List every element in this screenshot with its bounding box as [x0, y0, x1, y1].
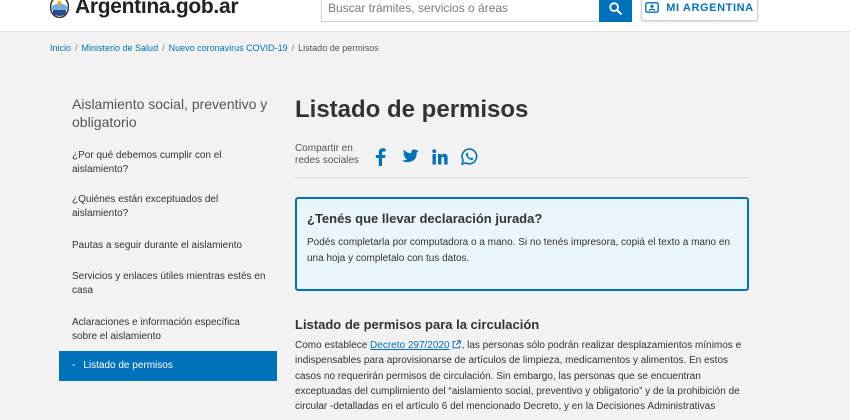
- body-paragraph: Como establece Decreto 297/2020, las per…: [295, 338, 747, 414]
- search-input[interactable]: [321, 0, 599, 22]
- sidebar-item-listado-permisos[interactable]: - Listado de permisos: [59, 351, 277, 381]
- sidebar-item-aclaraciones[interactable]: Aclaraciones e información específica so…: [59, 316, 277, 344]
- sidebar-item-exceptuados[interactable]: ¿Quiénes están exceptuados del aislamien…: [59, 193, 277, 221]
- linkedin-icon[interactable]: [430, 147, 449, 166]
- page-title: Listado de permisos: [295, 96, 529, 123]
- mi-argentina-label: MI ARGENTINA: [666, 1, 754, 14]
- twitter-icon[interactable]: [400, 147, 419, 166]
- breadcrumb-current: Listado de permisos: [298, 43, 379, 53]
- id-card-icon: [645, 2, 660, 13]
- alert-text: Podés completarla por computadora o a ma…: [307, 237, 731, 264]
- share-bar: Compartir en redes sociales: [295, 143, 750, 178]
- share-icons: [370, 147, 479, 166]
- breadcrumb-coronavirus[interactable]: Nuevo coronavirus COVID-19: [169, 43, 288, 53]
- sidebar-title[interactable]: Aislamiento social, preventivo y obligat…: [59, 88, 277, 135]
- site-header: Argentina.gob.ar MI ARGENTINA: [0, 0, 850, 31]
- breadcrumb-separator: /: [75, 43, 78, 53]
- alert-title: ¿Tenés que llevar declaración jurada?: [307, 211, 543, 226]
- argentina-emblem-icon: [50, 0, 69, 18]
- sidebar-item-pautas[interactable]: Pautas a seguir durante el aislamiento: [59, 239, 277, 253]
- body-text-intro: Como establece: [295, 340, 371, 351]
- mi-argentina-button[interactable]: MI ARGENTINA: [641, 0, 758, 21]
- breadcrumb-separator: /: [162, 43, 165, 53]
- sidebar-item-por-que-cumplir[interactable]: ¿Por qué debemos cumplir con el aislamie…: [59, 149, 277, 177]
- search-button[interactable]: [599, 0, 632, 22]
- sidebar-item-label: Listado de permisos: [83, 360, 173, 371]
- external-link-icon: [452, 340, 461, 349]
- breadcrumb-ministerio-salud[interactable]: Ministerio de Salud: [82, 43, 159, 53]
- active-item-dash: -: [72, 360, 76, 371]
- search-icon: [609, 1, 622, 15]
- decreto-link[interactable]: Decreto 297/2020: [370, 340, 450, 351]
- alert-box: ¿Tenés que llevar declaración jurada? Po…: [295, 197, 749, 291]
- sidebar-item-servicios[interactable]: Servicios y enlaces útiles mientras esté…: [59, 270, 277, 298]
- logo-text: Argentina.gob.ar: [75, 0, 239, 18]
- share-label: Compartir en redes sociales: [295, 143, 359, 166]
- whatsapp-icon[interactable]: [460, 147, 479, 166]
- breadcrumb-separator: /: [291, 43, 295, 53]
- facebook-icon[interactable]: [370, 147, 389, 166]
- sidebar-nav: Aislamiento social, preventivo y obligat…: [59, 88, 277, 381]
- section-title: Listado de permisos para la circulación: [295, 317, 540, 332]
- breadcrumb-inicio[interactable]: Inicio: [50, 43, 71, 53]
- breadcrumb: Inicio / Ministerio de Salud / Nuevo cor…: [50, 43, 379, 53]
- decreto-link-label: Decreto 297/2020: [370, 340, 450, 351]
- site-logo[interactable]: Argentina.gob.ar: [50, 0, 239, 19]
